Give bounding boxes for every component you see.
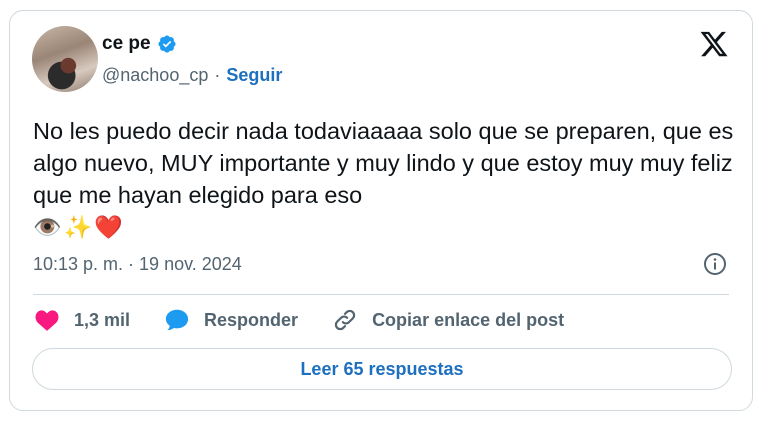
like-button[interactable]: 1,3 mil [34,307,130,333]
tweet-card: ce pe @nachoo_cp · Seguir No les puedo d… [9,10,753,411]
x-logo-icon[interactable] [698,29,730,59]
author-name[interactable]: ce pe [102,33,151,55]
reply-label: Responder [204,309,299,330]
author-handle[interactable]: @nachoo_cp [102,65,208,86]
tweet-timestamp[interactable]: 10:13 p. m. · 19 nov. 2024 [33,254,242,275]
handle-row: @nachoo_cp · Seguir [102,65,282,86]
action-bar: 1,3 mil Responder Copiar enlace del post [34,307,598,333]
link-icon [334,309,356,331]
copy-link-button[interactable]: Copiar enlace del post [332,307,564,333]
tweet-emojis: 👁️✨❤️ [33,215,125,241]
read-replies-button[interactable]: Leer 65 respuestas [32,348,732,390]
reply-button[interactable]: Responder [164,307,298,333]
follow-link[interactable]: Seguir [226,65,282,86]
author-name-row: ce pe [102,33,177,55]
verified-badge-icon [158,35,176,53]
tweet-body: No les puedo decir nada todaviaaaaa solo… [33,118,740,208]
avatar[interactable] [32,26,98,92]
heart-icon [35,310,59,331]
tweet-text: No les puedo decir nada todaviaaaaa solo… [33,115,743,244]
reply-bubble-icon [165,309,189,331]
separator-dot: · [214,65,221,85]
info-icon[interactable] [703,252,727,276]
divider [33,294,729,295]
likes-count: 1,3 mil [74,309,131,330]
copy-link-label: Copiar enlace del post [372,309,565,330]
